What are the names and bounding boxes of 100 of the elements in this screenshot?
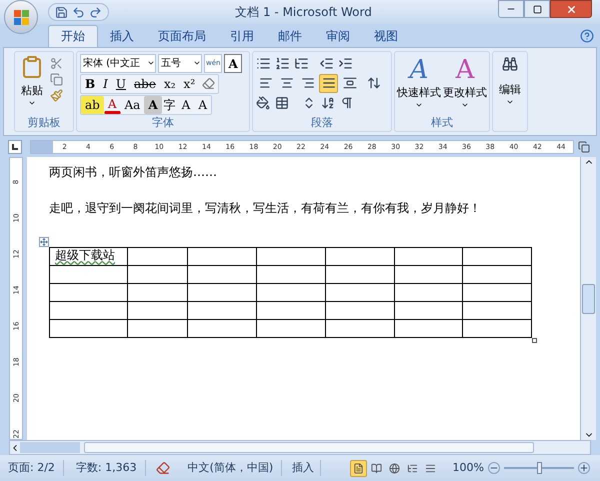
table-cell[interactable] xyxy=(256,302,326,320)
font-format-button[interactable]: x² xyxy=(180,74,200,93)
line-spacing-icon[interactable] xyxy=(367,76,381,90)
show-marks-icon[interactable] xyxy=(340,96,354,110)
word-count[interactable]: 字数: 1,363 xyxy=(68,460,146,476)
font-format-button[interactable]: Aa xyxy=(120,96,144,114)
table-cell[interactable] xyxy=(256,284,326,302)
table-cell[interactable] xyxy=(128,284,188,302)
zoom-out-icon[interactable] xyxy=(488,462,500,474)
table-cell[interactable] xyxy=(326,248,394,266)
table-cell[interactable] xyxy=(188,248,256,266)
zoom-in-icon[interactable] xyxy=(578,462,590,474)
table-move-handle[interactable] xyxy=(39,237,49,248)
close-button[interactable] xyxy=(550,0,592,18)
font-format-button[interactable]: 字 xyxy=(162,96,178,114)
font-format-button[interactable]: A xyxy=(178,96,194,114)
tab-selector[interactable] xyxy=(8,140,22,154)
close-icon[interactable] xyxy=(566,4,576,14)
font-format-button[interactable]: A xyxy=(144,96,162,114)
table-cell[interactable] xyxy=(50,266,128,284)
table-cell[interactable] xyxy=(462,248,532,266)
increase-indent-icon[interactable] xyxy=(338,56,353,71)
decrease-indent-icon[interactable] xyxy=(319,56,334,71)
view-icon[interactable] xyxy=(406,462,418,474)
cut-icon[interactable] xyxy=(50,56,63,70)
font-format-button[interactable]: ab xyxy=(81,96,104,114)
view-icon[interactable] xyxy=(424,462,436,474)
table-cell[interactable] xyxy=(462,320,532,338)
clear-format-icon[interactable] xyxy=(202,77,216,90)
copy-icon[interactable] xyxy=(50,72,63,86)
table-cell[interactable] xyxy=(326,302,394,320)
table-cell[interactable] xyxy=(462,302,532,320)
table-cell[interactable] xyxy=(128,248,188,266)
ribbon-tab[interactable]: 插入 xyxy=(98,24,146,47)
font-format-button[interactable]: U xyxy=(112,74,130,93)
font-format-button[interactable]: abe xyxy=(130,74,160,93)
table-cell[interactable] xyxy=(188,266,256,284)
maximize-button[interactable] xyxy=(524,0,550,18)
table-cell[interactable] xyxy=(326,320,394,338)
find-icon[interactable] xyxy=(502,56,518,72)
page-count[interactable]: 页面: 2/2 xyxy=(8,460,64,476)
ribbon-tab[interactable]: 邮件 xyxy=(266,24,314,47)
view-icon[interactable] xyxy=(388,462,400,474)
save-icon[interactable] xyxy=(55,6,68,18)
table-cell[interactable] xyxy=(326,284,394,302)
table-cell[interactable] xyxy=(326,266,394,284)
table-cell[interactable] xyxy=(128,320,188,338)
table-cell[interactable] xyxy=(462,266,532,284)
ribbon-tab[interactable]: 开始 xyxy=(48,24,98,47)
font-size-field[interactable]: 五号 xyxy=(158,54,202,73)
ribbon-tab[interactable]: 页面布局 xyxy=(146,24,218,47)
zoom-slider-thumb[interactable] xyxy=(537,462,542,474)
shading-icon[interactable] xyxy=(256,96,270,110)
office-button[interactable] xyxy=(4,0,38,34)
numbered-list-icon[interactable] xyxy=(275,56,290,71)
view-button[interactable] xyxy=(350,460,367,477)
table-cell[interactable] xyxy=(394,248,462,266)
table-cell[interactable] xyxy=(50,284,128,302)
font-format-button[interactable]: A xyxy=(104,96,121,114)
help-icon[interactable] xyxy=(580,28,594,43)
table-cell[interactable] xyxy=(50,320,128,338)
bullet-list-icon[interactable] xyxy=(256,56,271,71)
maximize-icon[interactable] xyxy=(532,4,542,14)
table-cell[interactable] xyxy=(188,320,256,338)
language-status[interactable]: 中文(简体，中国) xyxy=(180,460,282,476)
table-cell[interactable] xyxy=(50,302,128,320)
clipboard-icon[interactable] xyxy=(20,54,44,79)
scroll-thumb[interactable] xyxy=(582,284,595,314)
ribbon-tab[interactable]: 视图 xyxy=(362,24,410,47)
undo-icon[interactable] xyxy=(72,6,85,18)
table-cell[interactable] xyxy=(394,320,462,338)
view-icon[interactable] xyxy=(370,462,382,474)
format-painter-icon[interactable] xyxy=(50,88,63,102)
table-cell[interactable] xyxy=(256,248,326,266)
editing-button[interactable]: 编辑 xyxy=(492,50,528,132)
redo-icon[interactable] xyxy=(89,6,102,18)
table-cell[interactable] xyxy=(188,284,256,302)
font-format-button[interactable]: I xyxy=(99,74,112,93)
view-icon[interactable] xyxy=(352,462,364,474)
borders-icon[interactable] xyxy=(275,96,289,110)
table-cell[interactable] xyxy=(128,266,188,284)
paste-button[interactable]: 粘贴 xyxy=(18,54,46,116)
font-format-button[interactable]: B xyxy=(81,74,100,93)
table-resize-handle[interactable] xyxy=(532,338,537,344)
table-cell[interactable]: 超级下载站 xyxy=(50,248,128,266)
font-name-field[interactable]: 宋体 (中文正 xyxy=(80,54,156,73)
ribbon-tab[interactable]: 引用 xyxy=(218,24,266,47)
font-format-button[interactable]: A xyxy=(194,96,211,114)
table-cell[interactable] xyxy=(462,284,532,302)
horizontal-scrollbar[interactable] xyxy=(9,440,591,456)
table-cell[interactable] xyxy=(256,320,326,338)
scroll-thumb[interactable] xyxy=(84,442,534,454)
vertical-scrollbar[interactable] xyxy=(580,157,596,440)
font-format-button[interactable]: x₂ xyxy=(160,74,180,93)
zoom-level[interactable]: 100% xyxy=(452,460,484,476)
table-cell[interactable] xyxy=(394,266,462,284)
insert-mode[interactable]: 插入 xyxy=(286,460,322,476)
table-cell[interactable] xyxy=(394,284,462,302)
multilevel-list-icon[interactable] xyxy=(294,56,309,71)
table-cell[interactable] xyxy=(256,266,326,284)
